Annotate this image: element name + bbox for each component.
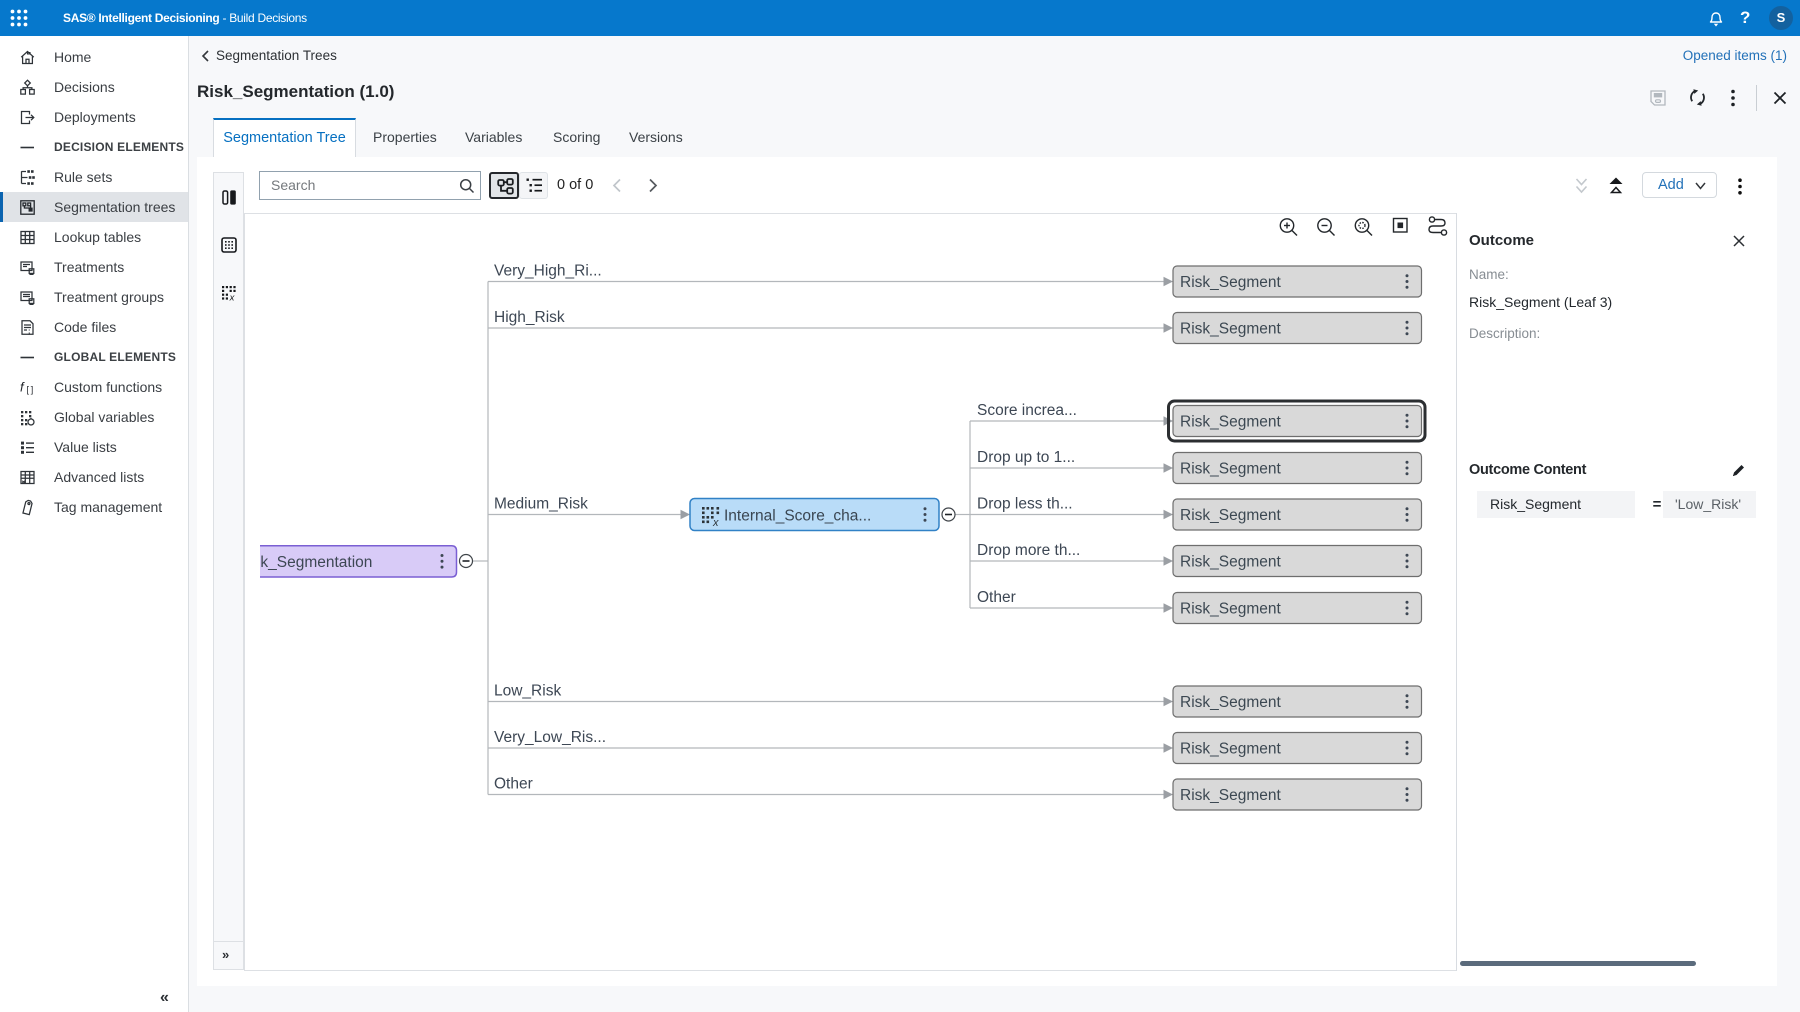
svg-text:Medium_Risk: Medium_Risk <box>494 496 588 513</box>
svg-text:Risk_Segmentation: Risk_Segmentation <box>245 554 372 571</box>
svg-text:Internal_Score_cha...: Internal_Score_cha... <box>724 507 871 524</box>
svg-text:Low_Risk: Low_Risk <box>494 683 561 700</box>
svg-text:Very_Low_Ris...: Very_Low_Ris... <box>494 729 606 746</box>
svg-text:Risk_Segment: Risk_Segment <box>1180 600 1281 617</box>
svg-text:[ ]: [ ] <box>27 385 34 395</box>
svg-text:Risk_Segment: Risk_Segment <box>1180 694 1281 711</box>
svg-text:Very_High_Ri...: Very_High_Ri... <box>494 263 602 280</box>
svg-text:Risk_Segment: Risk_Segment <box>1180 413 1281 430</box>
svg-text:Risk_Segment: Risk_Segment <box>1180 787 1281 804</box>
svg-text:;: ; <box>28 327 31 336</box>
svg-text:Risk_Segment: Risk_Segment <box>1180 274 1281 291</box>
svg-text:Score increa...: Score increa... <box>977 402 1077 419</box>
svg-text:f: f <box>20 380 25 395</box>
svg-text:Risk_Segment: Risk_Segment <box>1180 553 1281 570</box>
svg-text:Other: Other <box>977 589 1016 606</box>
svg-text:Risk_Segment: Risk_Segment <box>1180 507 1281 524</box>
svg-text:Drop up to 1...: Drop up to 1... <box>977 449 1075 466</box>
svg-text:Drop less th...: Drop less th... <box>977 496 1073 513</box>
svg-text:x: x <box>712 517 719 529</box>
svg-text:Risk_Segment: Risk_Segment <box>1180 460 1281 477</box>
svg-text:Risk_Segment: Risk_Segment <box>1180 740 1281 757</box>
svg-text:High_Risk: High_Risk <box>494 309 565 326</box>
svg-text:x: x <box>229 292 236 301</box>
svg-text:Drop more th...: Drop more th... <box>977 542 1080 559</box>
svg-text:Other: Other <box>494 776 533 793</box>
svg-text:Risk_Segment: Risk_Segment <box>1180 320 1281 337</box>
